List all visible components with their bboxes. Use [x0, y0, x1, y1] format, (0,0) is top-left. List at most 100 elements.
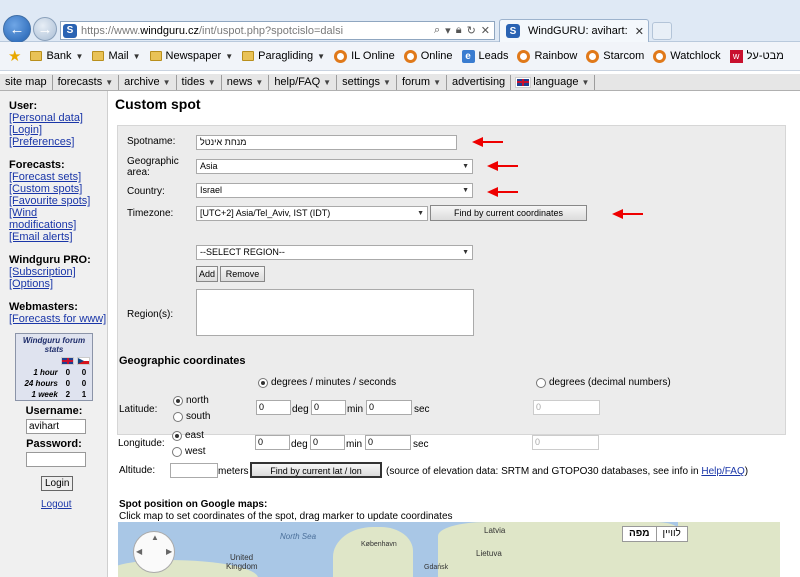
sidebar-link-custom-spots[interactable]: [Custom spots] [9, 183, 107, 195]
browser-titlebar: ← → S https://www.windguru.cz/int/uspot.… [0, 0, 800, 43]
favorite-item[interactable]: Newspaper ▼ [149, 50, 234, 62]
password-input[interactable] [26, 452, 86, 467]
menu-item-forum[interactable]: forum ▼ [397, 74, 447, 90]
cz-flag-icon [77, 356, 91, 365]
menu-item-settings[interactable]: settings ▼ [337, 74, 397, 90]
add-region-button[interactable]: Add [196, 266, 218, 282]
sidebar-link-favourite-spots[interactable]: [Favourite spots] [9, 195, 107, 207]
favorite-item[interactable]: IL Online [334, 49, 395, 63]
favorite-item[interactable]: Online [403, 49, 453, 63]
pan-up-icon[interactable]: ▲ [151, 533, 159, 542]
chevron-down-icon: ▼ [417, 210, 424, 217]
dms-radio[interactable] [258, 378, 268, 388]
close-icon[interactable]: ✕ [635, 25, 644, 38]
favorite-item[interactable]: Bank ▼ [30, 50, 83, 62]
west-radio[interactable] [172, 447, 182, 457]
latitude-minutes-input[interactable]: 0 [311, 400, 346, 415]
sidebar-link-options[interactable]: [Options] [9, 278, 107, 290]
map-pan-control[interactable]: ▲ ◀ ▶ [133, 531, 175, 573]
sidebar-link-login[interactable]: [Login] [9, 124, 107, 136]
east-radio[interactable] [172, 431, 182, 441]
dropdown-icon[interactable]: ▾ [445, 24, 451, 37]
forum-stats-title: Windguru forum stats [22, 336, 86, 354]
login-button[interactable]: Login [41, 476, 74, 491]
longitude-label: Longitude: [118, 438, 165, 449]
menu-item-help-faq[interactable]: help/FAQ ▼ [269, 74, 338, 90]
regions-list[interactable] [196, 289, 474, 336]
sidebar-link-forecast-sets[interactable]: [Forecast sets] [9, 171, 107, 183]
east-label: east [185, 430, 204, 441]
sidebar-link-preferences[interactable]: [Preferences] [9, 136, 107, 148]
menu-item-site-map[interactable]: site map [0, 74, 53, 90]
favorite-item[interactable]: w מבט-על [729, 49, 784, 63]
chevron-down-icon: ▼ [225, 51, 234, 61]
stats-cell-cz: 1 [81, 390, 87, 399]
favorites-star-icon[interactable]: ★ [8, 47, 21, 65]
favorite-label: Starcom [603, 50, 645, 62]
refresh-icon[interactable]: ↻ [467, 24, 476, 37]
address-bar[interactable]: S https://www.windguru.cz/int/uspot.php?… [60, 21, 495, 40]
favorite-item[interactable]: e Leads [461, 49, 508, 63]
menu-item-forecasts[interactable]: forecasts ▼ [53, 74, 120, 90]
back-button[interactable]: ← [3, 15, 31, 43]
latitude-seconds-input[interactable]: 0 [366, 400, 412, 415]
geographic-area-select[interactable]: Asia ▼ [196, 159, 473, 174]
map-land-scandinavia [333, 527, 413, 577]
favorite-item[interactable]: Paragliding ▼ [242, 50, 325, 62]
south-radio[interactable] [173, 412, 183, 422]
forward-button[interactable]: → [33, 17, 57, 41]
longitude-degrees-input[interactable]: 0 [255, 435, 290, 450]
sidebar-link-email-alerts[interactable]: [Email alerts] [9, 231, 107, 243]
menu-item-news[interactable]: news ▼ [222, 74, 270, 90]
menu-item-archive[interactable]: archive ▼ [119, 74, 177, 90]
longitude-decimal-input[interactable]: 0 [532, 435, 599, 450]
favorite-item[interactable]: Starcom [586, 49, 645, 63]
altitude-input[interactable] [170, 463, 218, 478]
pan-left-icon[interactable]: ◀ [136, 547, 142, 556]
map-type-control[interactable]: מפה לוויין [622, 526, 688, 542]
remove-region-button[interactable]: Remove [220, 266, 265, 282]
lock-icon[interactable]: 🔒︎ [456, 24, 462, 37]
map-type-satellite[interactable]: לוויין [657, 527, 687, 541]
favorite-item[interactable]: Mail ▼ [92, 50, 141, 62]
menu-item-language[interactable]: language ▼ [511, 74, 596, 90]
chevron-down-icon: ▼ [462, 187, 469, 194]
site-favicon-icon: S [63, 23, 77, 38]
menu-item-advertising[interactable]: advertising [447, 74, 512, 90]
sidebar-link-wind-modifications[interactable]: [Wind modifications] [9, 207, 107, 231]
sidebar-link-forecasts-for-www[interactable]: [Forecasts for www] [9, 313, 107, 325]
stop-icon[interactable]: ✕ [481, 24, 490, 37]
country-select[interactable]: Israel ▼ [196, 183, 473, 198]
favorite-item[interactable]: Rainbow [517, 49, 577, 63]
browser-tab[interactable]: S WindGURU: avihart: Custo... ✕ [499, 19, 649, 42]
latitude-decimal-input[interactable]: 0 [533, 400, 600, 415]
regions-label: Region(s): [127, 309, 174, 320]
map-type-map[interactable]: מפה [623, 527, 657, 541]
decimal-radio[interactable] [536, 378, 546, 388]
search-icon[interactable]: ⌕ [434, 24, 440, 37]
timezone-select[interactable]: [UTC+2] Asia/Tel_Aviv, IST (IDT) ▼ [196, 206, 428, 221]
sidebar-link-personal-data[interactable]: [Personal data] [9, 112, 107, 124]
favorite-item[interactable]: Watchlock [653, 49, 721, 63]
latitude-degrees-input[interactable]: 0 [256, 400, 291, 415]
favorite-label: Newspaper [165, 50, 222, 62]
find-by-latlon-button[interactable]: Find by current lat / lon [250, 462, 382, 478]
pan-right-icon[interactable]: ▶ [166, 547, 172, 556]
find-by-coordinates-button[interactable]: Find by current coordinates [430, 205, 587, 221]
google-map[interactable]: North Sea Latvia København Lietuva Unite… [118, 522, 780, 577]
longitude-seconds-input[interactable]: 0 [365, 435, 411, 450]
north-radio[interactable] [173, 396, 183, 406]
sidebar-link-subscription[interactable]: [Subscription] [9, 266, 107, 278]
menu-label: settings [342, 75, 381, 88]
favorite-label: Bank [46, 50, 72, 62]
logout-link[interactable]: Logout [41, 499, 107, 510]
username-input[interactable] [26, 419, 86, 434]
spotname-input[interactable]: מנחת אינטל [196, 135, 457, 150]
menu-item-tides[interactable]: tides ▼ [177, 74, 222, 90]
new-tab-button[interactable] [652, 22, 672, 40]
min-unit: min [347, 404, 364, 415]
longitude-minutes-input[interactable]: 0 [310, 435, 345, 450]
chevron-down-icon: ▼ [462, 163, 469, 170]
region-select[interactable]: --SELECT REGION-- ▼ [196, 245, 473, 260]
help-faq-link[interactable]: Help/FAQ [701, 466, 744, 477]
